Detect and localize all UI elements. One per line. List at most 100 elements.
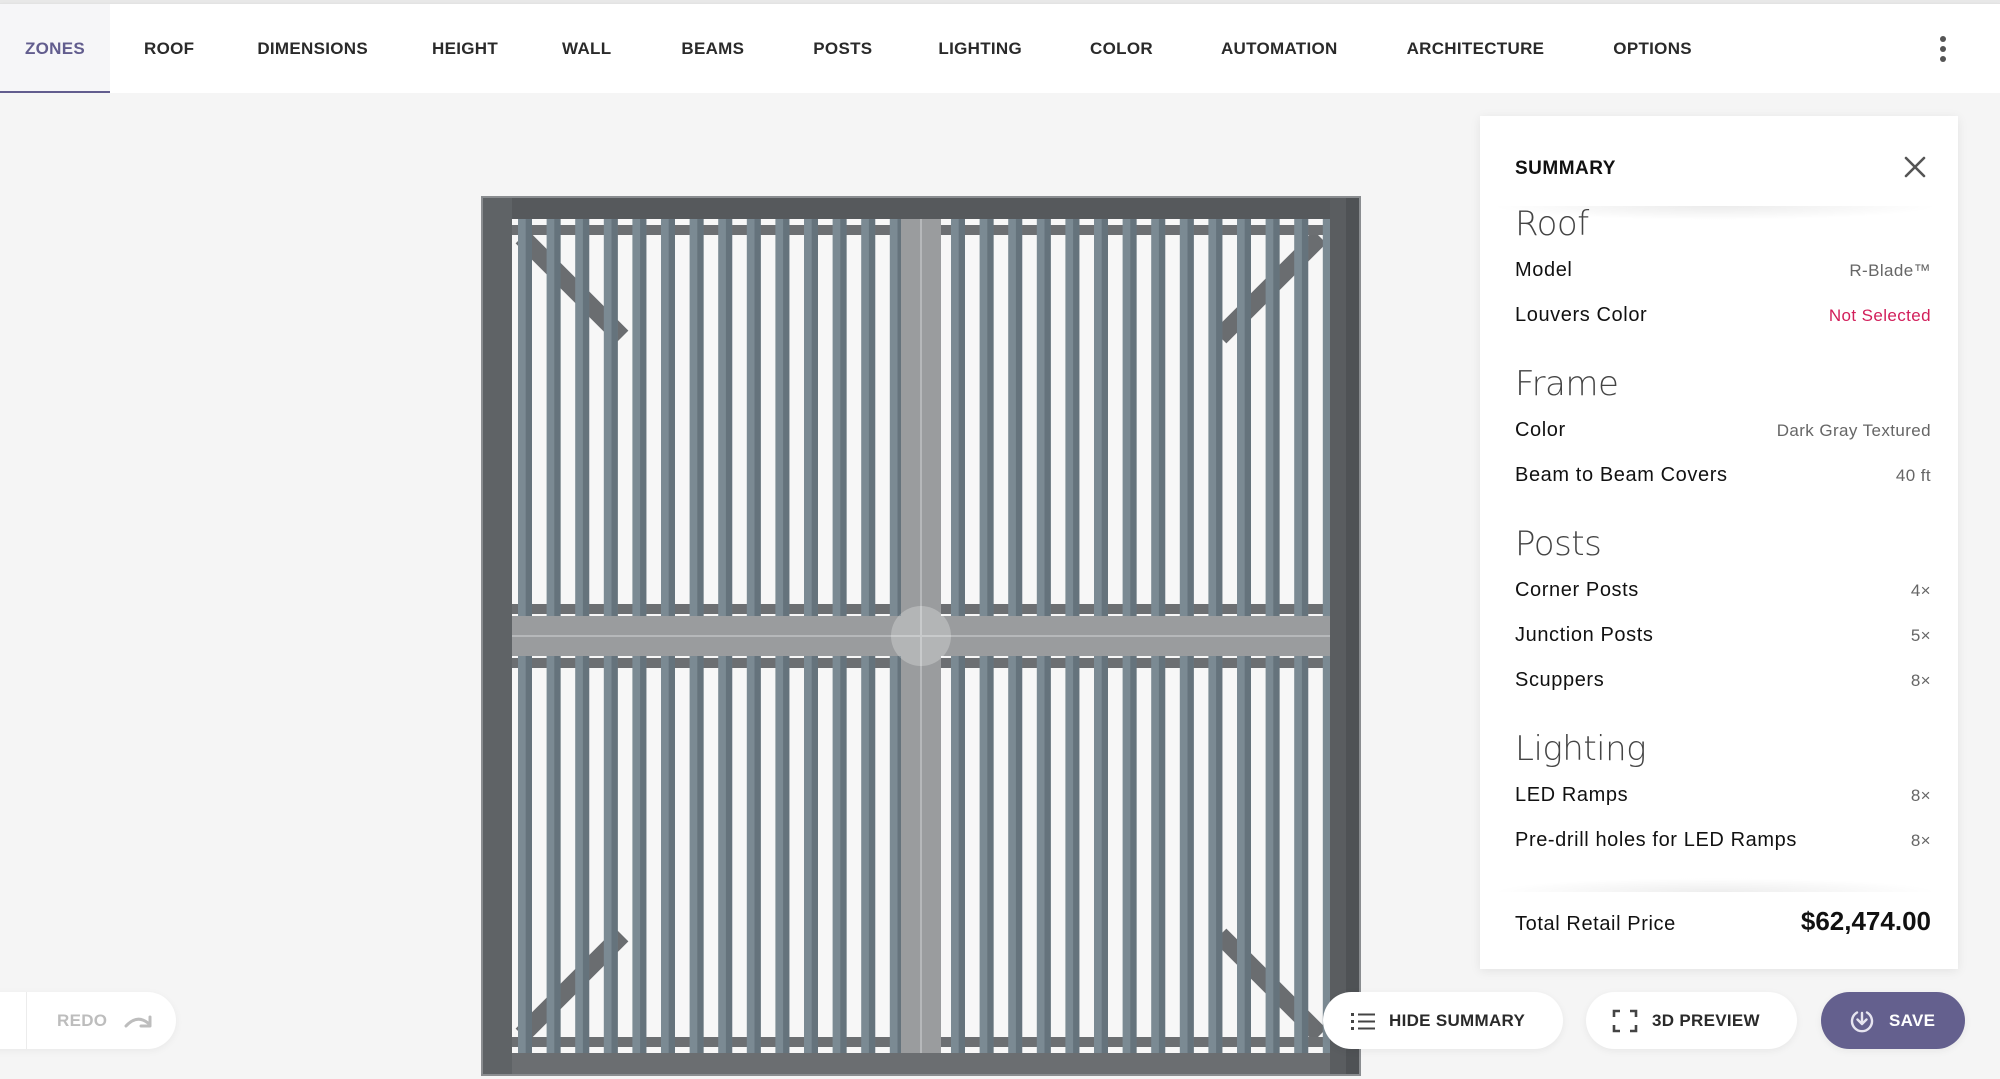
louver-shade xyxy=(554,640,561,1055)
row-value: 8× xyxy=(1910,831,1931,850)
tab-posts[interactable]: POSTS xyxy=(813,4,872,94)
louver-shade xyxy=(554,207,561,622)
louver-shade xyxy=(811,640,818,1055)
tab-zones[interactable]: ZONES xyxy=(0,4,110,94)
summary-panel: SUMMARY Roof Model R-Blade™ Louvers Colo… xyxy=(1480,116,1958,969)
tab-label: ZONES xyxy=(24,39,86,58)
tab-label: POSTS xyxy=(813,39,873,58)
summary-row: Model R-Blade™ xyxy=(1515,259,1931,282)
tab-label: ROOF xyxy=(144,39,195,58)
footer-shadow xyxy=(1490,878,1940,892)
louver-shade xyxy=(1244,640,1251,1055)
close-summary-button[interactable] xyxy=(1900,152,1930,182)
louver-shade xyxy=(1301,207,1309,622)
louver-shade xyxy=(1244,207,1251,622)
frame-top xyxy=(482,197,1360,219)
tab-label: COLOR xyxy=(1090,39,1153,58)
tab-dimensions[interactable]: DIMENSIONS xyxy=(257,4,368,94)
tab-label: ARCHITECTURE xyxy=(1406,39,1545,58)
row-value-warning: Not Selected xyxy=(1828,306,1931,325)
row-label: Beam to Beam Covers xyxy=(1515,464,1728,486)
tab-color[interactable]: COLOR xyxy=(1090,4,1153,94)
row-value: 40 ft xyxy=(1895,466,1931,485)
summary-row: Pre-drill holes for LED Ramps 8× xyxy=(1515,829,1931,852)
louver-shade xyxy=(668,207,675,622)
redo-arrow-icon xyxy=(124,1015,152,1027)
tab-lighting[interactable]: LIGHTING xyxy=(938,4,1022,94)
louver-shade xyxy=(1301,640,1309,1055)
tab-wall[interactable]: WALL xyxy=(562,4,611,94)
row-value: Dark Gray Textured xyxy=(1776,421,1931,440)
tab-label: HEIGHT xyxy=(432,39,499,58)
louver-shade xyxy=(958,207,965,622)
tab-roof[interactable]: ROOF xyxy=(144,4,194,94)
louver-shade xyxy=(1273,640,1280,1055)
louver-shade xyxy=(1158,640,1166,1055)
tab-height[interactable]: HEIGHT xyxy=(432,4,498,94)
louver-shade xyxy=(640,640,647,1055)
louver-shade xyxy=(1015,207,1023,622)
louver-shade xyxy=(1044,640,1051,1055)
close-icon xyxy=(1904,156,1926,178)
louver-shade xyxy=(611,640,618,1055)
louver-shade xyxy=(1101,207,1108,622)
summary-row: Beam to Beam Covers 40 ft xyxy=(1515,464,1931,487)
louver-shade xyxy=(1073,207,1080,622)
louver-shade xyxy=(840,207,847,622)
louver-shade xyxy=(987,640,994,1055)
louver-shade xyxy=(958,640,965,1055)
louver-shade xyxy=(783,640,790,1055)
undo-redo-control: REDO xyxy=(0,992,176,1049)
summary-row: Corner Posts 4× xyxy=(1515,579,1931,602)
summary-row: LED Ramps 8× xyxy=(1515,784,1931,807)
3d-preview-button[interactable]: 3D PREVIEW xyxy=(1586,992,1797,1049)
row-value: R-Blade™ xyxy=(1849,261,1931,280)
row-value: 8× xyxy=(1910,671,1931,690)
save-button[interactable]: SAVE xyxy=(1821,992,1965,1049)
louver-shade xyxy=(525,640,532,1055)
summary-title: SUMMARY xyxy=(1515,158,1616,179)
row-label: Junction Posts xyxy=(1515,624,1654,646)
section-title-frame: Frame xyxy=(1515,364,1619,404)
louver-shade xyxy=(582,640,590,1055)
hide-summary-label: HIDE SUMMARY xyxy=(1389,1010,1526,1030)
louver-shade xyxy=(868,207,876,622)
louver-shade xyxy=(1216,207,1223,622)
row-label: LED Ramps xyxy=(1515,784,1629,806)
tab-options[interactable]: OPTIONS xyxy=(1613,4,1692,94)
louver-shade xyxy=(987,207,994,622)
more-menu-button[interactable] xyxy=(1930,34,1956,64)
save-download-icon xyxy=(1850,1010,1874,1032)
top-nav-bar: ZONES ROOF DIMENSIONS HEIGHT WALL BEAMS … xyxy=(0,3,2000,94)
list-icon xyxy=(1351,1012,1375,1030)
tab-label: WALL xyxy=(562,39,612,58)
tab-architecture[interactable]: ARCHITECTURE xyxy=(1407,4,1545,94)
redo-button[interactable]: REDO xyxy=(28,992,176,1049)
louver-shade xyxy=(783,207,790,622)
louver-shade xyxy=(1187,207,1194,622)
summary-row: Junction Posts 5× xyxy=(1515,624,1931,647)
frame-left xyxy=(482,197,512,1075)
summary-row: Scuppers 8× xyxy=(1515,669,1931,692)
louver-shade xyxy=(582,207,590,622)
frame-right-shade xyxy=(1346,197,1360,1075)
frame-bottom xyxy=(482,1053,1360,1075)
pergola-top-view[interactable] xyxy=(478,193,1364,1079)
undo-button[interactable] xyxy=(0,992,27,1049)
louver-shade xyxy=(725,640,733,1055)
tab-label: AUTOMATION xyxy=(1220,39,1338,58)
louver-shade xyxy=(525,207,532,622)
tab-automation[interactable]: AUTOMATION xyxy=(1221,4,1338,94)
louver-shade xyxy=(1158,207,1166,622)
louver-shade xyxy=(754,640,761,1055)
tab-beams[interactable]: BEAMS xyxy=(681,4,744,94)
louver-shade xyxy=(1101,640,1108,1055)
tab-label: DIMENSIONS xyxy=(257,39,368,58)
section-title-posts: Posts xyxy=(1515,524,1602,564)
tab-label: LIGHTING xyxy=(938,39,1023,58)
hide-summary-button[interactable]: HIDE SUMMARY xyxy=(1323,992,1563,1049)
row-label: Color xyxy=(1515,419,1566,441)
row-value: 4× xyxy=(1910,581,1931,600)
section-title-roof: Roof xyxy=(1515,204,1589,244)
beam-highlight xyxy=(891,606,951,666)
